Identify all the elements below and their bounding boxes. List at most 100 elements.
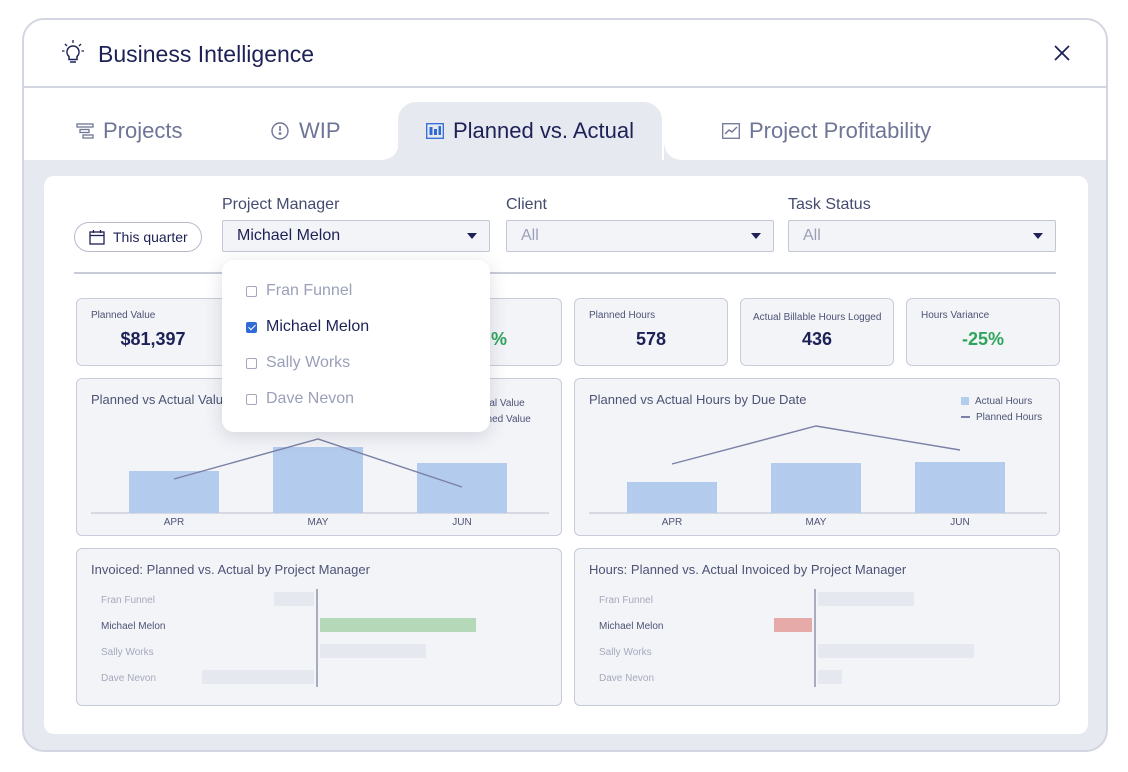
tab-corner — [379, 140, 399, 160]
kpi-planned-hours: Planned Hours 578 — [574, 298, 728, 366]
chart-title: Planned vs Actual Valu — [91, 392, 224, 407]
bar — [818, 644, 974, 658]
chart-title: Invoiced: Planned vs. Actual by Project … — [91, 562, 370, 577]
checkbox[interactable] — [246, 285, 257, 297]
bar — [771, 463, 861, 513]
kpi-label: Actual Billable Hours Logged — [753, 312, 882, 323]
category-label: Sally Works — [101, 647, 154, 658]
kpi-planned-value: Planned Value $81,397 — [76, 298, 230, 366]
task-status-label: Task Status — [788, 196, 871, 213]
tab-bar: Projects WIP Planned vs. Actual Project … — [24, 88, 1106, 160]
option-label: Fran Funnel — [266, 282, 353, 299]
category-label: Sally Works — [599, 647, 652, 658]
bi-window: Business Intelligence Projects WIP Plann… — [22, 18, 1108, 752]
chart-legend: Actual Hours Planned Hours — [961, 393, 1042, 425]
x-tick-label: APR — [164, 517, 185, 528]
gantt-icon — [76, 123, 94, 139]
bar — [320, 644, 426, 658]
bar — [627, 482, 717, 513]
kpi-value: $81,397 — [120, 329, 186, 349]
bar — [417, 463, 507, 513]
project-manager-label: Project Manager — [222, 196, 340, 213]
kpi-value: 436 — [801, 329, 833, 349]
project-manager-dropdown: Fran Funnel Michael Melon Sally Works Da… — [222, 260, 490, 432]
bar — [915, 462, 1005, 513]
bar — [274, 592, 314, 606]
checkbox[interactable] — [246, 393, 257, 405]
checkbox[interactable] — [246, 321, 257, 333]
close-icon[interactable] — [1053, 44, 1071, 62]
line-chart-icon — [722, 123, 740, 139]
period-label: This quarter — [113, 229, 188, 245]
checkbox[interactable] — [246, 357, 257, 369]
bar — [774, 618, 812, 632]
bar — [320, 618, 476, 632]
option-label: Dave Nevon — [266, 390, 355, 407]
chart-title: Hours: Planned vs. Actual Invoiced by Pr… — [589, 562, 907, 577]
window-title: Business Intelligence — [98, 41, 315, 67]
category-label: Dave Nevon — [101, 673, 156, 684]
legend-label: Planned Hours — [976, 411, 1043, 423]
lightbulb-icon — [62, 40, 84, 63]
tab-project-profitability[interactable]: Project Profitability — [722, 102, 931, 160]
tab-projects[interactable]: Projects — [76, 102, 182, 160]
tab-corner — [664, 140, 684, 160]
legend-swatch — [961, 416, 970, 418]
kpi-label: Planned Hours — [589, 310, 656, 321]
option-label: Sally Works — [266, 354, 351, 371]
task-status-select[interactable]: All — [788, 220, 1056, 252]
x-tick-label: MAY — [308, 517, 329, 528]
chevron-down-icon — [751, 233, 761, 239]
x-tick-label: JUN — [452, 517, 471, 528]
kpi-hours-variance: Hours Variance -25% — [906, 298, 1060, 366]
chart-card-invoiced: Fran Funnel Michael Melon Sally Works Dave … — [76, 548, 562, 706]
bar — [273, 447, 363, 513]
chart-card-hours: APR MAY JUN Planned vs Actual Hours by Due… — [574, 378, 1060, 536]
client-label: Client — [506, 196, 547, 213]
kpi-label: Hours Variance — [921, 310, 990, 321]
legend-bar-entry: Actual Hours — [961, 393, 1042, 409]
category-label: Dave Nevon — [599, 673, 654, 684]
project-manager-select[interactable]: Michael Melon — [222, 220, 490, 252]
client-select[interactable]: All — [506, 220, 774, 252]
project-manager-value: Michael Melon — [237, 227, 341, 244]
legend-swatch — [961, 397, 969, 405]
category-label: Michael Melon — [599, 621, 663, 632]
tab-label: Planned vs. Actual — [453, 118, 635, 143]
kpi-value: 578 — [635, 329, 667, 349]
title-bar: Business Intelligence — [24, 20, 1106, 88]
option-michael-melon[interactable]: Michael Melon — [246, 318, 369, 336]
client-value: All — [521, 227, 539, 244]
legend-line-entry: Planned Hours — [961, 409, 1042, 425]
tab-label: Project Profitability — [749, 118, 932, 143]
option-fran-funnel[interactable]: Fran Funnel — [246, 282, 352, 300]
task-status-value: All — [803, 227, 821, 244]
gauge-icon — [271, 122, 289, 140]
option-dave-nevon[interactable]: Dave Nevon — [246, 390, 354, 408]
kpi-actual-billable-hours: Actual Billable Hours Logged 436 — [740, 298, 894, 366]
chevron-down-icon — [1033, 233, 1043, 239]
legend-label: Actual Hours — [975, 395, 1033, 407]
tab-wip[interactable]: WIP — [270, 102, 341, 160]
bar-chart-icon — [426, 123, 444, 139]
chart-title: Planned vs Actual Hours by Due Date — [589, 392, 807, 407]
category-label: Fran Funnel — [599, 595, 653, 606]
option-sally-works[interactable]: Sally Works — [246, 354, 350, 372]
kpi-label: Planned Value — [91, 310, 156, 321]
period-filter[interactable]: This quarter — [74, 222, 202, 252]
dashboard-panel: This quarter Project Manager Michael Mel… — [44, 176, 1088, 734]
chevron-down-icon — [467, 233, 477, 239]
tab-label: WIP — [299, 118, 341, 143]
kpi-value: -25% — [961, 329, 1005, 349]
tab-planned-vs-actual[interactable]: Planned vs. Actual — [398, 102, 663, 160]
bar — [202, 670, 314, 684]
category-label: Fran Funnel — [101, 595, 155, 606]
category-label: Michael Melon — [101, 621, 165, 632]
planned-line — [671, 425, 961, 465]
bar — [818, 592, 914, 606]
x-tick-label: APR — [662, 517, 683, 528]
calendar-icon — [89, 229, 105, 245]
chart-card-hours-invoiced: Fran Funnel Michael Melon Sally Works Dave … — [574, 548, 1060, 706]
option-label: Michael Melon — [266, 318, 370, 335]
bar — [818, 670, 842, 684]
